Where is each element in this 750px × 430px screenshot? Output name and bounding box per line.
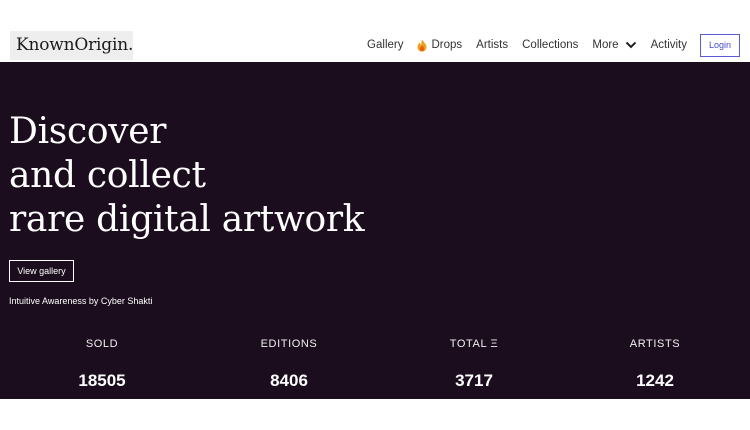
stat-sold-value: 18505 [78, 371, 126, 390]
headline-line-1: Discover [9, 111, 167, 152]
stat-artists-label: ARTISTS [629, 338, 681, 350]
main-nav: Gallery Drops Artists Collections More A… [367, 33, 750, 57]
stat-editions: EDITIONS 8406 [219, 338, 359, 391]
stat-editions-label: EDITIONS [260, 338, 318, 350]
chevron-down-icon [625, 41, 636, 49]
nav-more[interactable]: More [592, 39, 636, 51]
stat-total-eth-value: 3717 [455, 371, 493, 390]
view-gallery-button[interactable]: View gallery [9, 260, 74, 282]
nav-artists[interactable]: Artists [476, 39, 508, 51]
flame-icon [417, 39, 427, 52]
nav-collections-label: Collections [522, 39, 579, 51]
hero-headline: Discover and collect rare digital artwor… [9, 110, 365, 242]
headline-line-3: rare digital artwork [9, 199, 365, 240]
nav-gallery-label: Gallery [367, 39, 404, 51]
nav-collections[interactable]: Collections [522, 39, 578, 51]
stat-total-eth-label: TOTAL Ξ [449, 338, 499, 350]
stat-artists-value: 1242 [636, 371, 674, 390]
knownorigin-logo[interactable]: KnownOrigin. [10, 31, 133, 60]
headline-line-2: and collect [9, 155, 206, 196]
nav-artists-label: Artists [476, 39, 509, 51]
nav-drops[interactable]: Drops [417, 39, 462, 52]
nav-activity[interactable]: Activity [651, 39, 687, 51]
stat-sold: SOLD 18505 [32, 338, 172, 391]
nav-activity-label: Activity [650, 39, 687, 51]
nav-more-label: More [592, 39, 619, 51]
nav-gallery[interactable]: Gallery [367, 39, 403, 51]
hero-section: Discover and collect rare digital artwor… [0, 62, 750, 399]
stat-sold-label: SOLD [85, 338, 119, 350]
login-button[interactable]: Login [700, 33, 740, 57]
stat-total-eth: TOTAL Ξ 3717 [404, 338, 544, 391]
stat-editions-value: 8406 [270, 371, 308, 390]
top-navbar: KnownOrigin. Gallery Drops Artists Colle… [0, 0, 750, 62]
stats-row: SOLD 18505 EDITIONS 8406 TOTAL Ξ 3717 AR… [0, 338, 750, 398]
nav-drops-label: Drops [431, 39, 463, 51]
stat-artists: ARTISTS 1242 [585, 338, 725, 391]
featured-artwork-caption[interactable]: Intuitive Awareness by Cyber Shakti [9, 296, 152, 306]
